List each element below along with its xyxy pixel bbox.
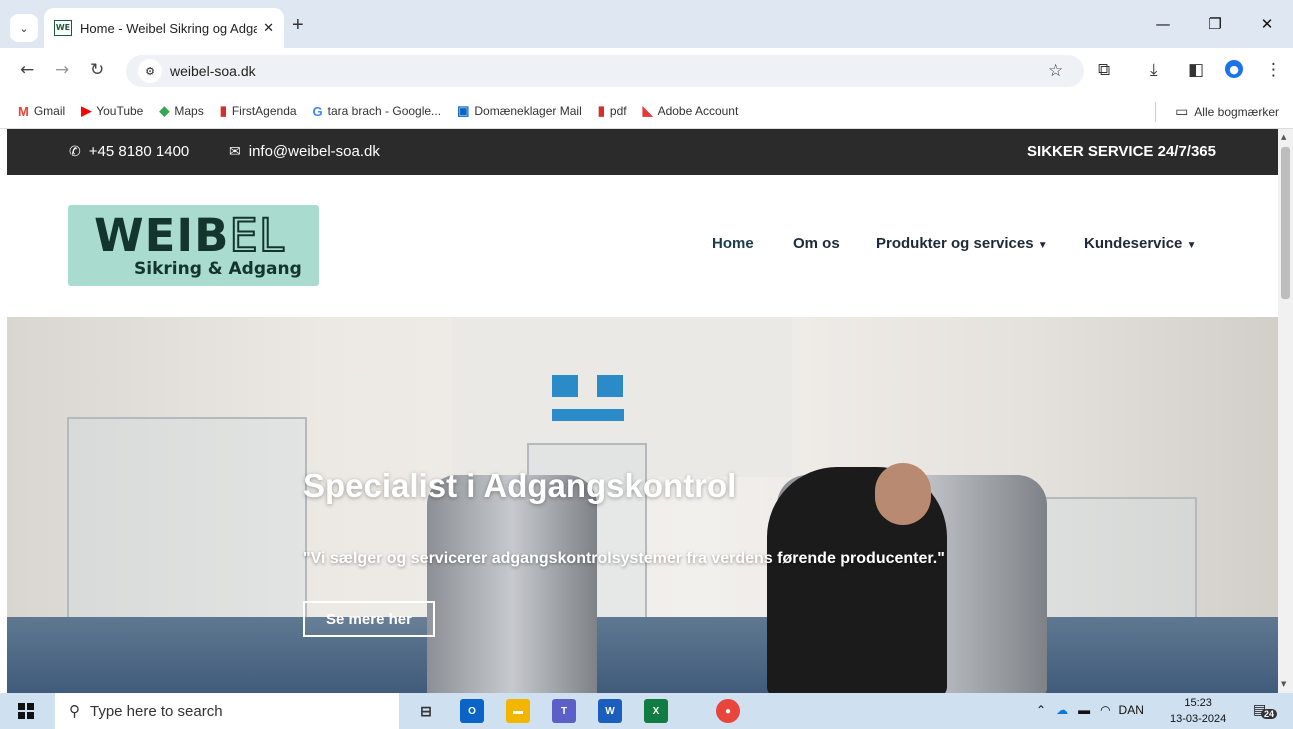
site-top-bar: ✆ +45 8180 1400 ✉ info@weibel-soa.dk SIKKE…	[7, 129, 1278, 175]
menu-icon[interactable]: ⋮	[1265, 60, 1282, 80]
forward-icon[interactable]: →	[55, 60, 69, 80]
excel-icon[interactable]: X	[644, 699, 668, 723]
bookmark-star-icon[interactable]: ☆	[1048, 61, 1063, 81]
address-bar[interactable]: ⚙ weibel-soa.dk	[126, 55, 1084, 87]
bookmark-gmail[interactable]: M Gmail	[18, 104, 65, 119]
gmail-icon: M	[18, 103, 29, 119]
hero-banner: Specialist i Adgangskontrol "Vi sælger o…	[7, 317, 1278, 693]
hero-floor	[7, 617, 1278, 693]
profile-avatar[interactable]: ●	[1225, 60, 1243, 78]
nav-om-os[interactable]: Om os	[793, 235, 840, 252]
scroll-up-icon[interactable]: ▲	[1281, 133, 1286, 141]
outlook-icon[interactable]: O	[460, 699, 484, 723]
side-panel-icon[interactable]: ◧	[1188, 60, 1204, 80]
windows-start-icon[interactable]	[18, 703, 34, 719]
network-icon[interactable]: ▬	[1078, 703, 1090, 717]
bookmark-firstagenda[interactable]: ▮ FirstAgenda	[220, 103, 297, 119]
browser-tab[interactable]: WE Home - Weibel Sikring og Adga ✕	[44, 8, 284, 48]
browser-toolbar: ← → ↻ ⚙ weibel-soa.dk ☆ ⧉ ⤓ ◧ ⋮	[0, 48, 1293, 94]
nav-kundeservice[interactable]: Kundeservice ▼	[1084, 235, 1196, 252]
bookmark-maps[interactable]: ◆ Maps	[159, 103, 203, 119]
firstagenda-icon: ▮	[219, 103, 227, 118]
notification-center-icon[interactable]: ▤ 24	[1253, 701, 1278, 719]
folder-icon: ▭	[1175, 103, 1189, 119]
bookmarks-divider	[1155, 102, 1156, 122]
phone-icon: ✆	[69, 143, 81, 159]
turnstile-gate	[427, 475, 597, 693]
wall-sign	[597, 375, 623, 397]
clock-time: 15:23	[1184, 697, 1212, 709]
web-page: ✆ +45 8180 1400 ✉ info@weibel-soa.dk SIKKE…	[7, 129, 1278, 693]
hero-title: Specialist i Adgangskontrol	[303, 467, 737, 504]
clock[interactable]: 15:23 13-03-2024	[1170, 695, 1226, 727]
pdf-icon: ▮	[597, 103, 605, 118]
hero-subtitle: "Vi sælger og servicerer adgangskontrols…	[303, 550, 945, 567]
caret-down-icon: ▼	[1186, 240, 1197, 251]
bookmark-pdf[interactable]: ▮ pdf	[598, 103, 627, 119]
bookmark-youtube[interactable]: ▶ YouTube	[81, 103, 143, 119]
tab-search-button[interactable]: ⌄	[10, 14, 38, 42]
url-text: weibel-soa.dk	[170, 63, 256, 79]
wall-sign	[552, 375, 578, 397]
taskbar-search[interactable]: ⚲ Type here to search	[55, 693, 399, 729]
caret-down-icon: ▼	[1037, 240, 1048, 251]
close-window-button[interactable]: ✕	[1241, 0, 1293, 48]
download-icon[interactable]: ⤓	[1150, 60, 1158, 80]
bookmarks-bar: M Gmail ▶ YouTube ◆ Maps ▮ FirstAgenda Gtara…	[0, 94, 1293, 129]
window-controls: — ❐ ✕	[1137, 0, 1293, 48]
youtube-icon: ▶	[81, 103, 92, 118]
system-tray: ⌃ ☁ ▬ ◠ DAN	[1036, 703, 1144, 717]
phone-link[interactable]: ✆ +45 8180 1400	[69, 143, 189, 160]
file-explorer-icon[interactable]: ▬	[506, 699, 530, 723]
scrollbar-thumb[interactable]	[1281, 147, 1290, 299]
envelope-icon: ✉	[229, 143, 241, 159]
minimize-button[interactable]: —	[1137, 0, 1189, 48]
technician-head	[875, 463, 931, 525]
tab-title: Home - Weibel Sikring og Adga	[80, 20, 258, 36]
bookmark-google-search[interactable]: Gtara brach - Google...	[313, 104, 442, 119]
site-header: WEIBEL Sikring & Adgang Home Om os Produ…	[7, 175, 1278, 317]
logo-tagline: Sikring & Adgang	[134, 259, 302, 279]
new-tab-button[interactable]: +	[292, 14, 304, 37]
see-more-button[interactable]: Se mere her	[303, 601, 435, 637]
all-bookmarks-button[interactable]: ▭ Alle bogmærker	[1175, 103, 1279, 120]
windows-taskbar: ⚲ Type here to search ⊟ O ▬ T W X ● ⌃ ☁ …	[0, 693, 1293, 729]
search-icon: ⚲	[69, 703, 80, 720]
site-logo[interactable]: WEIBEL Sikring & Adgang	[68, 205, 319, 286]
google-icon: G	[312, 103, 323, 119]
clock-date: 13-03-2024	[1170, 713, 1227, 725]
chrome-icon[interactable]: ●	[716, 699, 740, 723]
bookmark-domaeneklager[interactable]: ▣ Domæneklager Mail	[457, 103, 582, 119]
nav-home[interactable]: Home	[712, 235, 754, 252]
teams-icon[interactable]: T	[552, 699, 576, 723]
logo-wordmark: WEIBEL	[94, 208, 285, 263]
outlook-icon: ▣	[457, 103, 470, 118]
wall-sign	[552, 409, 624, 421]
adobe-icon: ◣	[642, 103, 653, 118]
nav-produkter[interactable]: Produkter og services ▼	[876, 235, 1048, 252]
restore-button[interactable]: ❐	[1189, 0, 1241, 48]
maps-icon: ◆	[159, 103, 170, 118]
site-favicon-icon: WE	[54, 20, 72, 36]
extensions-icon[interactable]: ⧉	[1098, 60, 1110, 80]
close-tab-icon[interactable]: ✕	[263, 21, 274, 36]
reload-icon[interactable]: ↻	[90, 60, 104, 80]
language-indicator[interactable]: DAN	[1119, 703, 1144, 717]
task-view-icon[interactable]: ⊟	[414, 699, 438, 723]
back-icon[interactable]: ←	[20, 60, 34, 80]
chevron-up-icon[interactable]: ⌃	[1036, 703, 1046, 717]
onedrive-icon[interactable]: ☁	[1056, 703, 1068, 717]
wifi-icon[interactable]: ◠	[1100, 703, 1110, 717]
bookmark-adobe[interactable]: ◣ Adobe Account	[643, 103, 739, 119]
service-text: SIKKER SERVICE 24/7/365	[1027, 143, 1216, 160]
site-info-icon[interactable]: ⚙	[138, 59, 162, 83]
tab-strip: ⌄ WE Home - Weibel Sikring og Adga ✕ + —…	[0, 0, 1293, 48]
notification-count: 24	[1261, 709, 1278, 719]
word-icon[interactable]: W	[598, 699, 622, 723]
scroll-down-icon[interactable]: ▼	[1281, 680, 1286, 688]
email-link[interactable]: ✉ info@weibel-soa.dk	[229, 143, 380, 160]
